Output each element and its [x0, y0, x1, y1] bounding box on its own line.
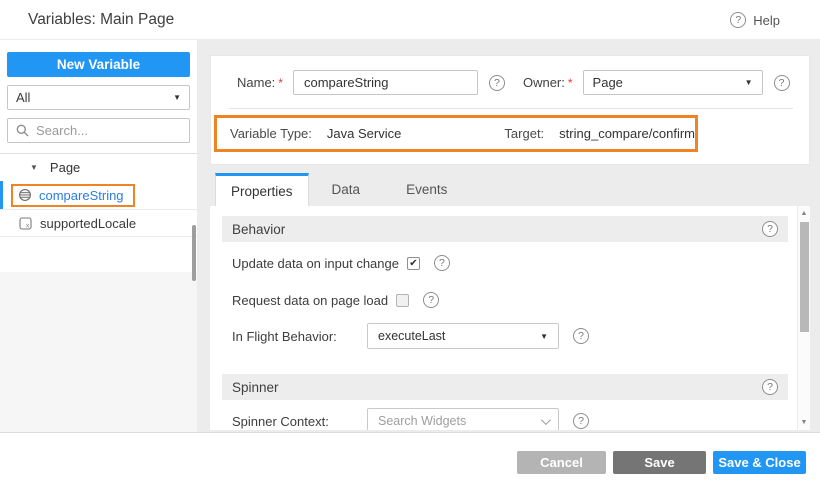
tab-properties[interactable]: Properties: [215, 173, 309, 206]
chevron-down-icon: ▼: [540, 332, 548, 341]
sidebar-empty-area: [0, 272, 197, 432]
request-data-label: Request data on page load: [232, 293, 388, 308]
sidebar-scrollbar[interactable]: [192, 225, 196, 281]
search-placeholder: Search...: [36, 123, 88, 138]
owner-selected-value: Page: [593, 75, 623, 90]
owner-select[interactable]: Page ▼: [583, 70, 763, 95]
spinner-context-combobox[interactable]: Search Widgets: [367, 408, 559, 430]
tab-events[interactable]: Events: [383, 173, 470, 206]
service-globe-icon: [18, 188, 32, 202]
spinner-help-icon[interactable]: ?: [762, 379, 778, 395]
tree-item-supportedlocale[interactable]: x supportedLocale: [0, 210, 197, 237]
target-label: Target:: [504, 126, 544, 141]
update-data-help-icon[interactable]: ?: [434, 255, 450, 271]
new-variable-button[interactable]: New Variable: [7, 52, 190, 77]
target-value: string_compare/confirm: [559, 126, 695, 141]
in-flight-selected-value: executeLast: [378, 329, 445, 343]
update-data-checkbox[interactable]: ✔: [407, 257, 420, 270]
tab-data[interactable]: Data: [309, 173, 384, 206]
variables-dialog: Variables: Main Page ? Help New Variable…: [0, 0, 820, 488]
spinner-context-label: Spinner Context:: [232, 414, 367, 429]
owner-label: Owner:: [523, 75, 565, 90]
help-link[interactable]: ? Help: [730, 12, 780, 28]
page-title: Variables: Main Page: [28, 0, 174, 40]
scroll-down-icon[interactable]: ▼: [798, 419, 810, 426]
in-flight-select[interactable]: executeLast ▼: [367, 323, 559, 349]
tree-group-page[interactable]: ▼ Page: [0, 154, 197, 181]
cancel-button[interactable]: Cancel: [517, 451, 606, 474]
properties-scrollbar[interactable]: ▲ ▼: [797, 206, 810, 430]
update-data-row: Update data on input change ✔ ?: [210, 250, 810, 276]
in-flight-help-icon[interactable]: ?: [573, 328, 589, 344]
owner-help-icon[interactable]: ?: [774, 75, 790, 91]
in-flight-row: In Flight Behavior: executeLast ▼ ?: [210, 323, 810, 349]
annotation-highlight: Variable Type: Java Service Target: stri…: [214, 115, 698, 152]
save-close-button[interactable]: Save & Close: [713, 451, 806, 474]
spinner-context-row: Spinner Context: Search Widgets ?: [210, 408, 810, 430]
annotation-highlight: compareString: [11, 184, 135, 207]
locale-variable-icon: x: [19, 217, 32, 230]
required-marker: *: [568, 76, 573, 90]
variable-search-input[interactable]: Search...: [7, 118, 190, 143]
request-data-row: Request data on page load ?: [210, 287, 810, 313]
help-icon: ?: [730, 12, 746, 28]
request-data-checkbox[interactable]: [396, 294, 409, 307]
detail-tabs: Properties Data Events: [210, 173, 470, 206]
variable-type-value: Java Service: [327, 126, 401, 141]
main-panel: Name: * ? Owner: * Page ▼ ? Variable Typ: [210, 40, 810, 432]
svg-text:x: x: [26, 222, 30, 229]
tree-item-comparestring[interactable]: compareString: [0, 181, 197, 210]
tree-item-label: compareString: [39, 188, 124, 203]
chevron-down-icon: [541, 415, 551, 425]
divider: [229, 108, 793, 109]
name-help-icon[interactable]: ?: [489, 75, 505, 91]
variables-tree: ▼ Page compareString: [0, 153, 197, 237]
variables-sidebar: New Variable All ▼ Search... ▼ Page: [0, 40, 197, 432]
name-label: Name:: [237, 75, 275, 90]
behavior-section-header: Behavior ?: [222, 216, 788, 242]
dialog-footer: Cancel Save Save & Close: [0, 432, 820, 488]
behavior-title: Behavior: [232, 222, 285, 237]
tree-collapse-icon: ▼: [30, 163, 38, 172]
properties-panel: Behavior ? Update data on input change ✔…: [210, 206, 810, 430]
dialog-header: Variables: Main Page ? Help: [0, 0, 820, 40]
filter-selected-value: All: [16, 90, 30, 105]
behavior-help-icon[interactable]: ?: [762, 221, 778, 237]
update-data-label: Update data on input change: [232, 256, 399, 271]
tree-item-label: supportedLocale: [40, 216, 136, 231]
variable-summary-panel: Name: * ? Owner: * Page ▼ ? Variable Typ: [210, 55, 810, 165]
help-label: Help: [753, 13, 780, 28]
spinner-title: Spinner: [232, 380, 279, 395]
chevron-down-icon: ▼: [745, 78, 753, 87]
scrollbar-thumb[interactable]: [800, 222, 809, 332]
check-icon: ✔: [409, 258, 417, 269]
chevron-down-icon: ▼: [173, 93, 181, 102]
scroll-up-icon[interactable]: ▲: [798, 210, 810, 217]
tree-group-label: Page: [50, 160, 80, 175]
dialog-body: New Variable All ▼ Search... ▼ Page: [0, 40, 820, 432]
variable-filter-select[interactable]: All ▼: [7, 85, 190, 110]
save-button[interactable]: Save: [613, 451, 706, 474]
in-flight-label: In Flight Behavior:: [232, 329, 367, 344]
required-marker: *: [278, 76, 283, 90]
request-data-help-icon[interactable]: ?: [423, 292, 439, 308]
spinner-context-placeholder: Search Widgets: [378, 414, 466, 428]
spinner-section-header: Spinner ?: [222, 374, 788, 400]
spinner-context-help-icon[interactable]: ?: [573, 413, 589, 429]
search-icon: [16, 124, 29, 137]
variable-type-label: Variable Type:: [230, 126, 312, 141]
name-input[interactable]: [293, 70, 478, 95]
